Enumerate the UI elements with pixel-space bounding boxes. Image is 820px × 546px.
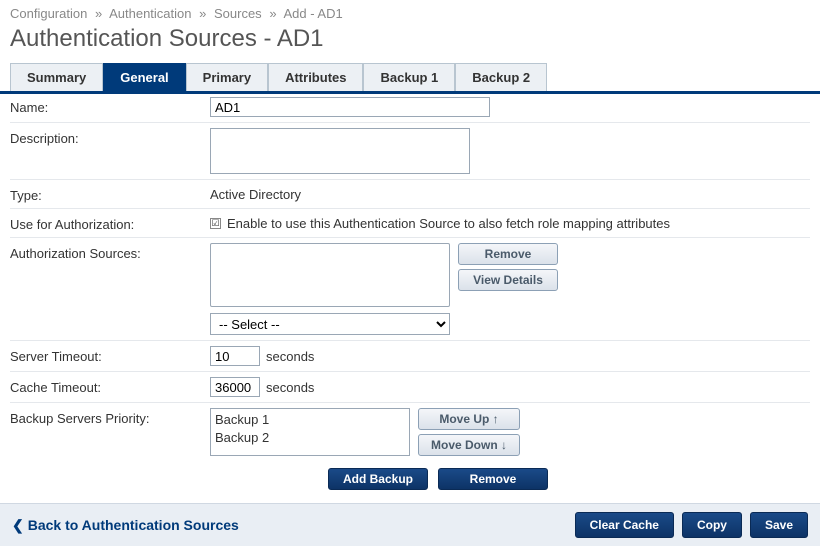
- name-input[interactable]: [210, 97, 490, 117]
- tab-backup1[interactable]: Backup 1: [363, 63, 455, 91]
- tab-bar: Summary General Primary Attributes Backu…: [0, 63, 820, 94]
- crumb-sep: »: [269, 6, 276, 21]
- cache-timeout-input[interactable]: [210, 377, 260, 397]
- tab-primary[interactable]: Primary: [186, 63, 268, 91]
- server-timeout-unit: seconds: [266, 349, 314, 364]
- page-title: Authentication Sources - AD1: [0, 23, 820, 63]
- back-link[interactable]: ❮ Back to Authentication Sources: [12, 517, 239, 534]
- label-description: Description:: [10, 128, 210, 146]
- footer-bar: ❮ Back to Authentication Sources Clear C…: [0, 503, 820, 546]
- cache-timeout-unit: seconds: [266, 380, 314, 395]
- authorization-sources-list[interactable]: [210, 243, 450, 307]
- crumb-sources[interactable]: Sources: [214, 6, 262, 21]
- move-down-button[interactable]: Move Down ↓: [418, 434, 520, 456]
- remove-backup-button[interactable]: Remove: [438, 468, 548, 490]
- chevron-left-icon: ❮: [12, 517, 24, 534]
- copy-button[interactable]: Copy: [682, 512, 742, 538]
- label-name: Name:: [10, 97, 210, 115]
- crumb-sep: »: [199, 6, 206, 21]
- server-timeout-input[interactable]: [210, 346, 260, 366]
- form-general: Name: Description: Type: Active Director…: [0, 94, 820, 495]
- backup-item-2[interactable]: Backup 2: [215, 429, 405, 447]
- clear-cache-button[interactable]: Clear Cache: [575, 512, 674, 538]
- use-for-authorization-text: Enable to use this Authentication Source…: [227, 216, 670, 231]
- label-cache-timeout: Cache Timeout:: [10, 377, 210, 395]
- remove-button[interactable]: Remove: [458, 243, 558, 265]
- label-server-timeout: Server Timeout:: [10, 346, 210, 364]
- crumb-current: Add - AD1: [283, 6, 342, 21]
- backup-item-1[interactable]: Backup 1: [215, 411, 405, 429]
- label-backup-priority: Backup Servers Priority:: [10, 408, 210, 426]
- crumb-configuration[interactable]: Configuration: [10, 6, 87, 21]
- tab-general[interactable]: General: [103, 63, 185, 91]
- backup-servers-list[interactable]: Backup 1 Backup 2: [210, 408, 410, 456]
- authorization-sources-select[interactable]: -- Select --: [210, 313, 450, 335]
- add-backup-button[interactable]: Add Backup: [328, 468, 428, 490]
- tab-summary[interactable]: Summary: [10, 63, 103, 91]
- view-details-button[interactable]: View Details: [458, 269, 558, 291]
- type-value: Active Directory: [210, 185, 301, 202]
- use-for-authorization-checkbox[interactable]: ☑: [210, 218, 221, 229]
- label-use-for-authorization: Use for Authorization:: [10, 214, 210, 232]
- breadcrumb: Configuration » Authentication » Sources…: [0, 0, 820, 23]
- back-link-label: Back to Authentication Sources: [28, 517, 239, 533]
- crumb-authentication[interactable]: Authentication: [109, 6, 191, 21]
- crumb-sep: »: [95, 6, 102, 21]
- move-up-button[interactable]: Move Up ↑: [418, 408, 520, 430]
- tab-backup2[interactable]: Backup 2: [455, 63, 547, 91]
- save-button[interactable]: Save: [750, 512, 808, 538]
- label-authorization-sources: Authorization Sources:: [10, 243, 210, 261]
- description-input[interactable]: [210, 128, 470, 174]
- tab-attributes[interactable]: Attributes: [268, 63, 363, 91]
- label-type: Type:: [10, 185, 210, 203]
